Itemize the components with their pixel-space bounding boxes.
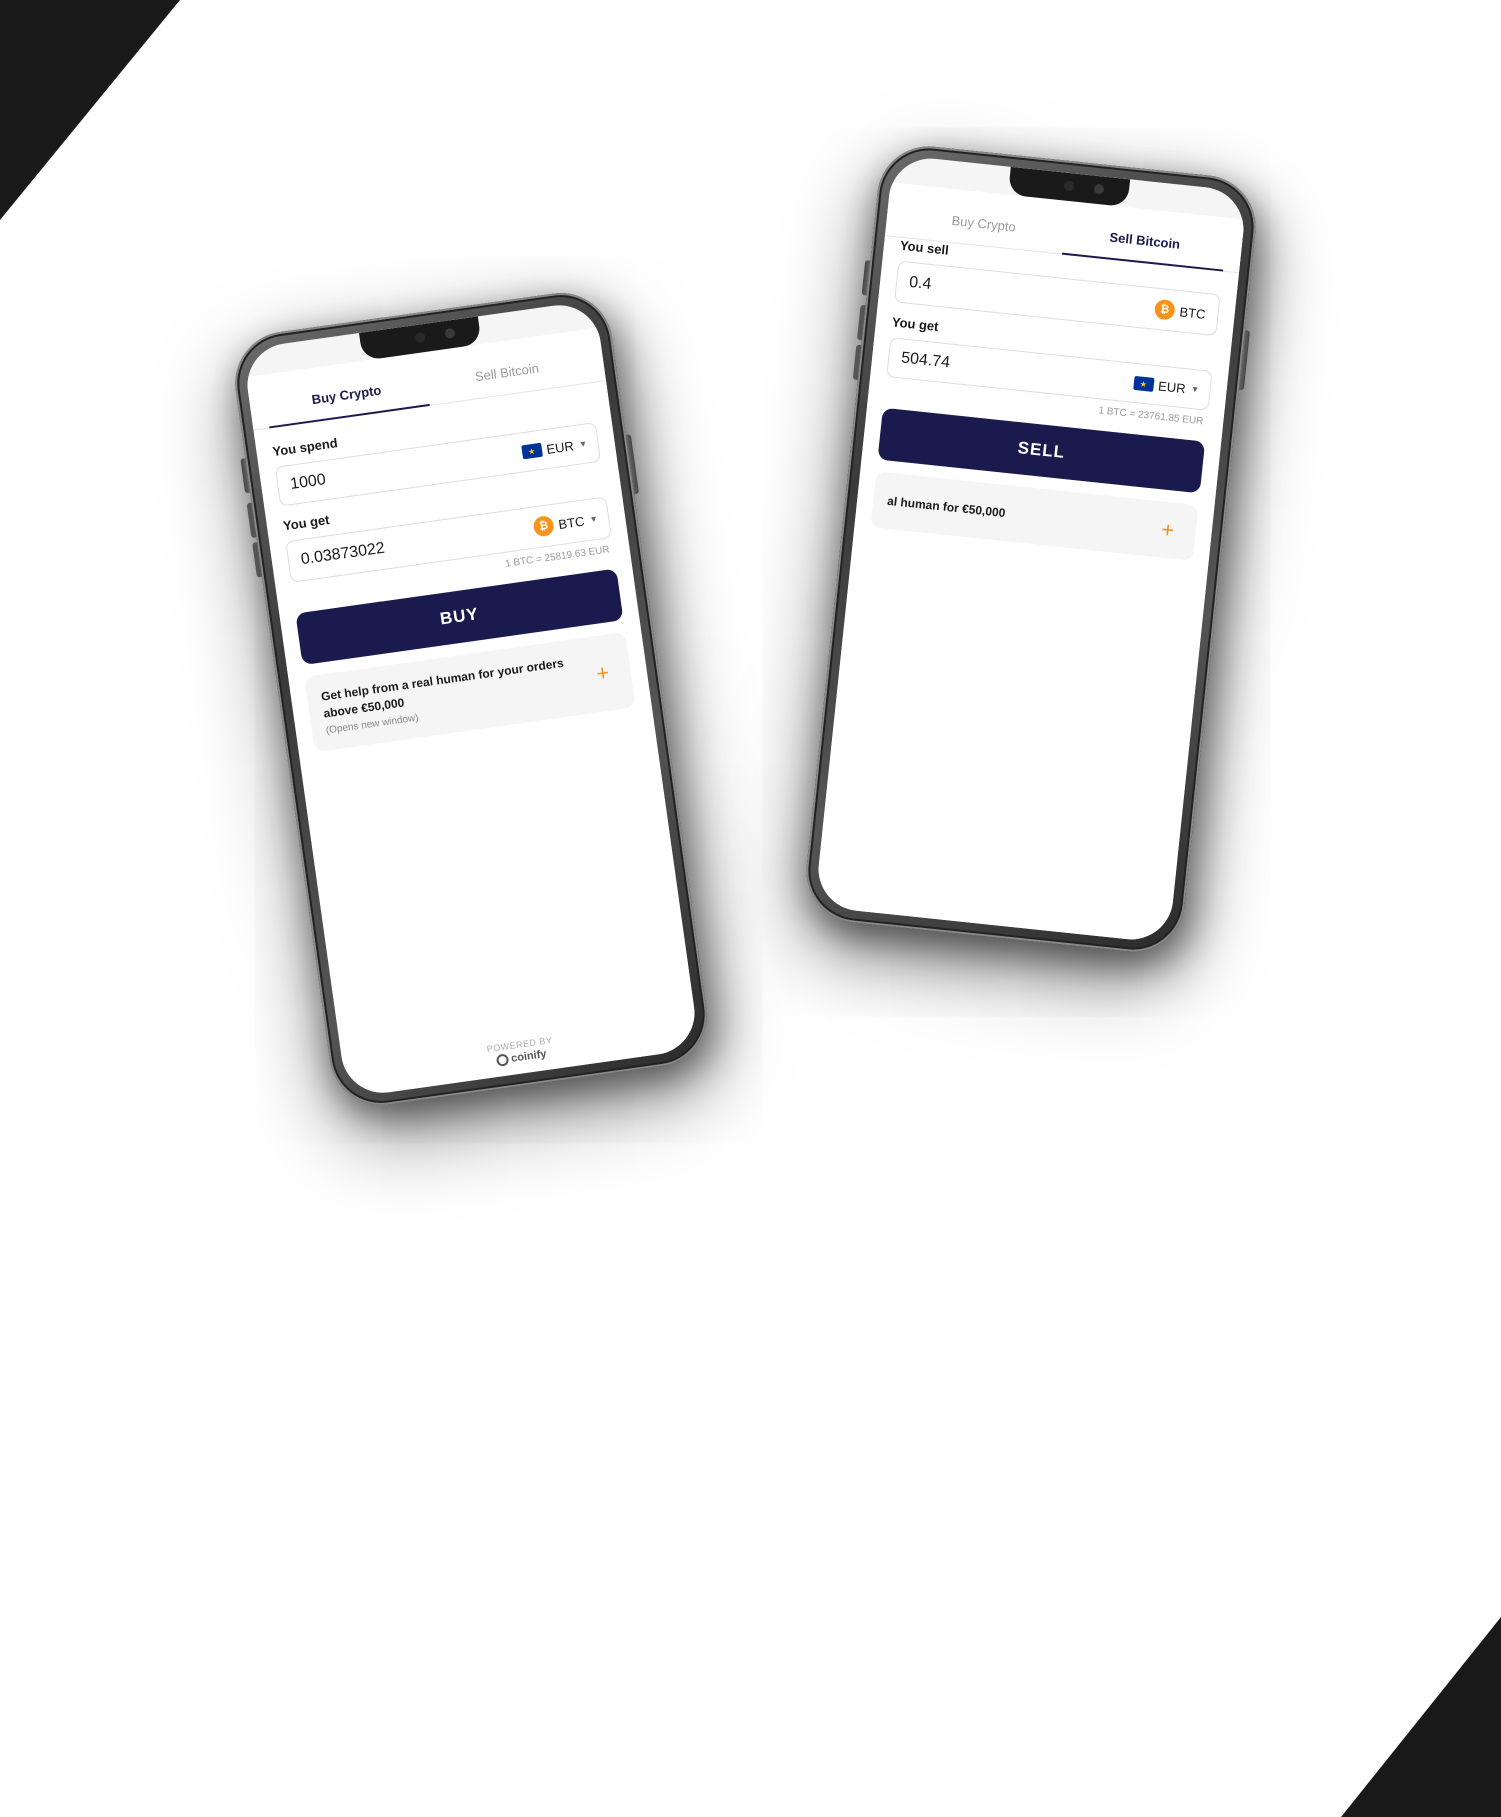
sell-get-chevron-icon: ▾ [1192,383,1198,394]
spend-currency-selector[interactable]: ★ EUR ▾ [520,436,586,460]
sell-get-value: 504.74 [900,349,1134,391]
phone-left-content: Buy Crypto Sell Bitcoin You spend 1000 [246,327,700,1097]
btc-sell-icon: ₿ [1153,298,1175,320]
sell-get-currency-selector[interactable]: ★ EUR ▾ [1132,375,1198,397]
phone-right: Buy Crypto Sell Bitcoin You sell 0.4 [801,141,1260,956]
spend-currency-label: EUR [545,437,574,456]
spend-chevron-icon: ▾ [579,438,586,450]
bg-decoration-br [1341,1617,1501,1817]
phone-left: Buy Crypto Sell Bitcoin You spend 1000 [228,286,713,1111]
sell-get-currency-label: EUR [1157,377,1186,395]
eur-flag-icon: ★ [520,442,542,459]
bg-decoration-tl [0,0,180,220]
help-text: Get help from a real human for your orde… [320,653,580,736]
plus-icon: + [586,657,618,689]
get-currency-selector[interactable]: ₿ BTC ▾ [532,508,597,537]
btc-icon: ₿ [532,514,555,537]
sell-currency-selector[interactable]: ₿ BTC [1153,298,1206,323]
coinify-circle-icon [495,1053,509,1067]
sell-help-title: al human for €50,000 [886,492,1142,535]
get-currency-label: BTC [557,513,585,531]
phone-right-content: Buy Crypto Sell Bitcoin You sell 0.4 [814,182,1244,943]
sell-value: 0.4 [908,273,1156,317]
eur-flag-sell-icon: ★ [1132,375,1153,391]
get-chevron-icon: ▾ [590,513,597,525]
phones-container: Buy Crypto Sell Bitcoin You spend 1000 [251,109,1251,1709]
buy-form: You spend 1000 ★ EUR ▾ [253,381,693,1054]
phone-right-screen: Buy Crypto Sell Bitcoin You sell 0.4 [814,154,1247,943]
sell-form: You sell 0.4 ₿ BTC You get [814,236,1239,944]
sell-plus-icon: + [1152,514,1183,545]
sell-help-text: al human for €50,000 [886,492,1142,535]
sell-currency-label: BTC [1178,303,1205,321]
